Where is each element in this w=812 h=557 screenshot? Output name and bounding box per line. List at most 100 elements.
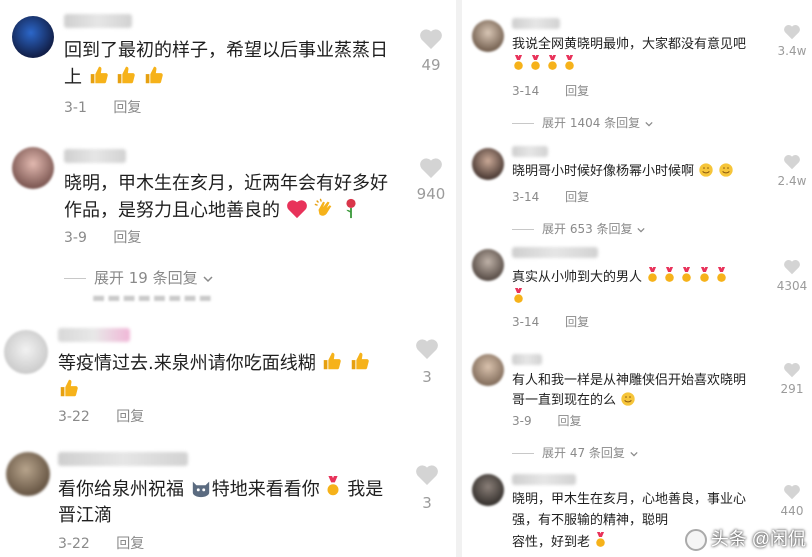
expand-replies[interactable]: 展开 47 条回复 <box>512 444 639 461</box>
like-count: 4304 <box>776 279 808 293</box>
comment-item: 看你给泉州祝福 特地来看看你 我是 晋江滴 3-22 回复 3 <box>0 442 456 557</box>
medal-emoji <box>565 54 575 70</box>
comment-date: 3-22 <box>58 536 90 552</box>
comment-item: 我说全网黄晓明最帅，大家都没有意见吧 3-14 回复 展开 1404 条回复 3… <box>462 0 812 135</box>
comment-item: 有人和我一样是从神雕侠侣开始喜欢晓明 哥一直到现在的么 3-9 回复 展开 47… <box>462 350 812 465</box>
thumbs-up-emoji <box>351 352 369 370</box>
avatar[interactable] <box>12 147 54 189</box>
comment-date: 3-1 <box>64 100 87 116</box>
medal-emoji <box>716 267 726 282</box>
thumbs-up-emoji <box>60 379 78 397</box>
comment-item: 晓明，甲木生在亥月，近两年会有好多好 作品，是努力且心地善良的 3-9 回复 展… <box>0 135 456 305</box>
like-button[interactable]: 3 <box>405 464 449 512</box>
divider-line <box>64 278 86 279</box>
like-button[interactable]: 2.4w <box>774 154 810 188</box>
reply-button[interactable]: 回复 <box>557 414 581 428</box>
chevron-down-icon <box>645 121 653 126</box>
username-blurred[interactable] <box>512 354 542 365</box>
comment-text: 晓明，甲木生在亥月，近两年会有好多好 作品，是努力且心地善良的 <box>64 173 388 222</box>
grin-emoji <box>699 163 713 177</box>
comment-meta: 3-22 回复 <box>58 406 166 426</box>
comment-item: 晓明哥小时候好像杨幂小时候啊 3-14 回复 展开 653 条回复 2.4w <box>462 138 812 243</box>
heart-icon <box>784 25 800 40</box>
comment-item: 等疫情过去.来泉州请你吃面线糊 3-22 回复 3 <box>0 318 456 438</box>
rose-emoji <box>346 198 356 219</box>
comment-date: 3-9 <box>512 414 532 428</box>
like-button[interactable]: 3 <box>405 338 449 386</box>
like-button[interactable]: 291 <box>774 362 810 396</box>
reply-button[interactable]: 回复 <box>565 84 589 98</box>
medal-emoji <box>514 54 523 70</box>
like-button[interactable]: 4304 <box>774 259 810 293</box>
comment-text: 晓明哥小时候好像杨幂小时候啊 <box>512 162 772 182</box>
avatar[interactable] <box>6 452 50 496</box>
username-blurred[interactable] <box>512 474 576 485</box>
avatar[interactable] <box>472 354 504 386</box>
comment-text: 看你给泉州祝福 特地来看看你 我是 晋江滴 <box>58 476 418 529</box>
comment-text: 我说全网黄晓明最帅，大家都没有意见吧 <box>512 36 772 76</box>
expand-replies[interactable]: 展开 653 条回复 <box>512 220 646 237</box>
comment-meta: 3-22 回复 <box>58 533 166 553</box>
comment-meta: 3-9 回复 <box>64 227 163 247</box>
reply-button[interactable]: 回复 <box>116 409 144 425</box>
username-blurred[interactable] <box>512 18 560 29</box>
heart-icon <box>784 260 800 275</box>
clap-emoji <box>315 198 332 216</box>
avatar[interactable] <box>4 330 48 374</box>
username-blurred[interactable] <box>512 247 598 258</box>
comment-meta: 3-9 回复 <box>512 412 603 429</box>
chevron-down-icon <box>203 275 213 282</box>
avatar[interactable] <box>472 474 504 506</box>
thumbs-up-emoji <box>145 66 163 84</box>
username-blurred[interactable] <box>58 328 130 342</box>
reply-button[interactable]: 回复 <box>113 100 141 116</box>
avatar[interactable] <box>12 16 54 58</box>
comment-meta: 3-14 回复 <box>512 82 611 99</box>
medal-emoji <box>665 267 675 282</box>
username-blurred[interactable] <box>58 452 188 466</box>
heart-icon <box>784 363 800 378</box>
expand-replies[interactable]: 展开 19 条回复 <box>64 267 214 288</box>
heart-icon <box>784 485 800 500</box>
divider-line <box>512 229 534 230</box>
right-comment-panel: 我说全网黄晓明最帅，大家都没有意见吧 3-14 回复 展开 1404 条回复 3… <box>462 0 812 557</box>
reply-button[interactable]: 回复 <box>116 536 144 552</box>
thumbs-up-emoji <box>324 352 342 370</box>
avatar[interactable] <box>472 148 504 180</box>
medal-emoji <box>682 267 692 282</box>
like-count: 3 <box>422 368 432 386</box>
like-button[interactable]: 940 <box>409 157 453 203</box>
obscured-row: ▬▬▬▬▬▬▬▬ <box>92 290 214 306</box>
expand-replies[interactable]: 展开 1404 条回复 <box>512 114 654 131</box>
reply-button[interactable]: 回复 <box>565 190 589 204</box>
grin-emoji <box>621 392 635 406</box>
like-count: 3.4w <box>777 44 807 58</box>
username-blurred[interactable] <box>64 14 132 28</box>
like-count: 440 <box>780 504 804 518</box>
heart-icon <box>784 155 800 170</box>
heart-icon <box>420 29 442 49</box>
like-count: 291 <box>780 382 804 396</box>
medal-emoji <box>699 267 709 282</box>
like-button[interactable]: 3.4w <box>774 24 810 58</box>
chevron-down-icon <box>637 227 645 232</box>
like-button[interactable]: 49 <box>409 28 453 74</box>
comment-text: 有人和我一样是从神雕侠侣开始喜欢晓明 哥一直到现在的么 <box>512 373 747 408</box>
like-count: 3 <box>422 494 432 512</box>
username-blurred[interactable] <box>64 149 126 163</box>
like-count: 940 <box>416 185 446 203</box>
reply-button[interactable]: 回复 <box>113 230 141 246</box>
comment-date: 3-14 <box>512 190 540 204</box>
heart-emoji <box>286 200 307 219</box>
avatar[interactable] <box>472 249 504 281</box>
watermark-logo-icon <box>684 529 707 551</box>
left-comment-panel: 回到了最初的样子，希望以后事业蒸蒸日 上 3-1 回复 49 晓明，甲木生在亥月… <box>0 0 456 557</box>
reply-button[interactable]: 回复 <box>565 315 589 329</box>
thumbs-up-emoji <box>90 66 108 84</box>
comment-text: 等疫情过去.来泉州请你吃面线糊 <box>58 350 418 404</box>
username-blurred[interactable] <box>512 146 548 157</box>
heart-icon <box>416 339 438 359</box>
medal-emoji <box>596 531 605 547</box>
like-button[interactable]: 440 <box>774 484 810 518</box>
avatar[interactable] <box>472 20 504 52</box>
